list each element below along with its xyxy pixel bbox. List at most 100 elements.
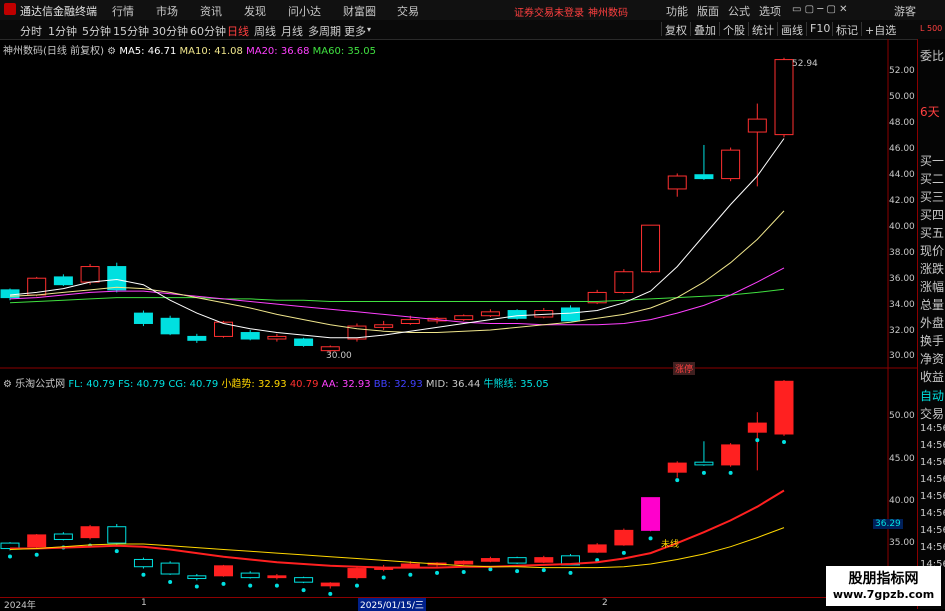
candle-body — [267, 335, 287, 340]
period-more[interactable]: 更多 — [344, 23, 366, 39]
top-tag: L 500 — [920, 24, 943, 33]
watermark-line1: 股朋指标网 — [848, 571, 919, 587]
low-price-label: 30.00 — [326, 351, 352, 361]
signal-dot — [701, 470, 706, 475]
tick-time: 14:56 — [920, 474, 945, 485]
sub-candle-body — [747, 422, 767, 433]
trade-label[interactable]: 交易 — [920, 405, 944, 422]
candle-body — [80, 266, 100, 283]
candle-body — [107, 266, 127, 291]
signal-dot — [194, 584, 199, 589]
menu-wenxiaoda[interactable]: 问小达 — [288, 3, 321, 19]
y-tick: 38.00 — [889, 248, 915, 258]
menu-zixun[interactable]: 资讯 — [200, 3, 222, 19]
menu-caifuquan[interactable]: 财富圈 — [343, 3, 376, 19]
candle-body — [400, 319, 420, 324]
btn-huaxian[interactable]: 画线 — [777, 22, 806, 37]
sub-candle-body — [214, 565, 234, 577]
signal-dot — [354, 583, 359, 588]
signal-dot — [168, 580, 173, 584]
candle-body — [240, 332, 260, 340]
quote-item: 现价 — [920, 244, 945, 258]
candle-body — [160, 317, 180, 335]
signal-dot — [141, 572, 146, 577]
menu-jiaoyi[interactable]: 交易 — [397, 3, 419, 19]
stock-name-header: 神州数码 — [588, 8, 628, 19]
signal-dot — [248, 583, 253, 588]
btn-biaoji[interactable]: 标记 — [832, 22, 861, 37]
period-monthly[interactable]: 月线 — [281, 23, 303, 39]
sub-candle-body — [107, 526, 127, 544]
btn-diejia[interactable]: 叠加 — [690, 22, 719, 37]
candle-body — [507, 310, 527, 319]
tick-time: 14:56 — [920, 423, 945, 434]
sub-candle-body — [721, 444, 741, 466]
quote-item: 买四 — [920, 208, 945, 222]
sub-candle-body — [774, 380, 794, 435]
menu-shichang[interactable]: 市场 — [156, 3, 178, 19]
quote-item: 总量 — [920, 298, 945, 312]
window-icons[interactable]: ▭ ▢ ─ ▢ ✕ — [792, 4, 847, 15]
tick-time: 14:56 — [920, 491, 945, 502]
btn-zixuan[interactable]: +自选 — [861, 22, 899, 37]
app-logo-icon — [4, 3, 16, 15]
period-15min[interactable]: 15分钟 — [113, 23, 149, 39]
quote-item: 买一 — [920, 154, 945, 168]
limit-up-tag: 涨停 — [673, 362, 696, 375]
y-tick: 36.00 — [889, 274, 915, 284]
tick-time: 14:56 — [920, 457, 945, 468]
menu-hangqing[interactable]: 行情 — [112, 3, 134, 19]
signal-dot — [274, 583, 279, 588]
time-label: 2025/01/15/三 — [358, 598, 426, 611]
btn-fuquan[interactable]: 复权 — [661, 22, 690, 37]
menu-xuanxiang[interactable]: 选项 — [759, 3, 781, 19]
y-tick: 50.00 — [889, 92, 915, 102]
period-daily[interactable]: 日线 — [227, 23, 249, 39]
candle-body — [454, 315, 474, 321]
signal-dot — [8, 554, 12, 559]
more-dropdown-icon[interactable]: ▾ — [367, 25, 371, 34]
candle-body — [721, 149, 741, 180]
candle-body — [667, 175, 687, 190]
menu-faxian[interactable]: 发现 — [244, 3, 266, 19]
period-5min[interactable]: 5分钟 — [82, 23, 111, 39]
quote-item: 涨跌 — [920, 262, 945, 276]
candle-body — [774, 59, 794, 136]
sub-candle-body — [507, 557, 527, 564]
kline-chart[interactable] — [0, 39, 917, 597]
sub-y-tick: 35.00 — [889, 538, 915, 548]
sub-candle-body — [614, 529, 634, 546]
sub-candle-body — [454, 560, 474, 565]
period-multi[interactable]: 多周期 — [308, 23, 341, 39]
period-weekly[interactable]: 周线 — [254, 23, 276, 39]
sub-candle-body — [160, 562, 180, 575]
candle-body — [641, 224, 661, 273]
signal-dot — [381, 575, 386, 580]
btn-tongji[interactable]: 统计 — [748, 22, 777, 37]
btn-f10[interactable]: F10 — [806, 22, 833, 36]
y-tick: 46.00 — [889, 144, 915, 154]
weibi-label: 委比 — [920, 49, 945, 63]
auto-label[interactable]: 自动 — [920, 387, 944, 404]
login-status[interactable]: 证券交易未登录 — [514, 4, 584, 19]
period-60min[interactable]: 60分钟 — [190, 23, 226, 39]
signal-dot — [621, 550, 626, 555]
btn-gegu[interactable]: 个股 — [719, 22, 748, 37]
menu-gongshi[interactable]: 公式 — [728, 3, 750, 19]
period-fenshi[interactable]: 分时 — [20, 23, 42, 39]
guest-user[interactable]: 游客 — [894, 3, 916, 19]
sub-candle-body — [694, 461, 714, 466]
candle-body — [747, 118, 767, 133]
menu-gongneng[interactable]: 功能 — [666, 3, 688, 19]
quote-item: 换手 — [920, 334, 945, 348]
quote-side-panel: L 500 委比 6天 买一 买二 买三 买四 买五 现价 涨跌 涨幅 总量 外… — [917, 24, 945, 609]
period-30min[interactable]: 30分钟 — [152, 23, 188, 39]
app-title: 通达信金融终端 — [20, 5, 97, 18]
sub-candle-body — [534, 557, 554, 563]
menu-banmian[interactable]: 版面 — [697, 3, 719, 19]
weixian-tag: 未线 — [661, 540, 680, 550]
time-label: 2024年 — [4, 601, 36, 611]
sub-current-value: 36.29 — [873, 519, 903, 529]
signal-dot — [728, 470, 733, 475]
period-1min[interactable]: 1分钟 — [48, 23, 77, 39]
